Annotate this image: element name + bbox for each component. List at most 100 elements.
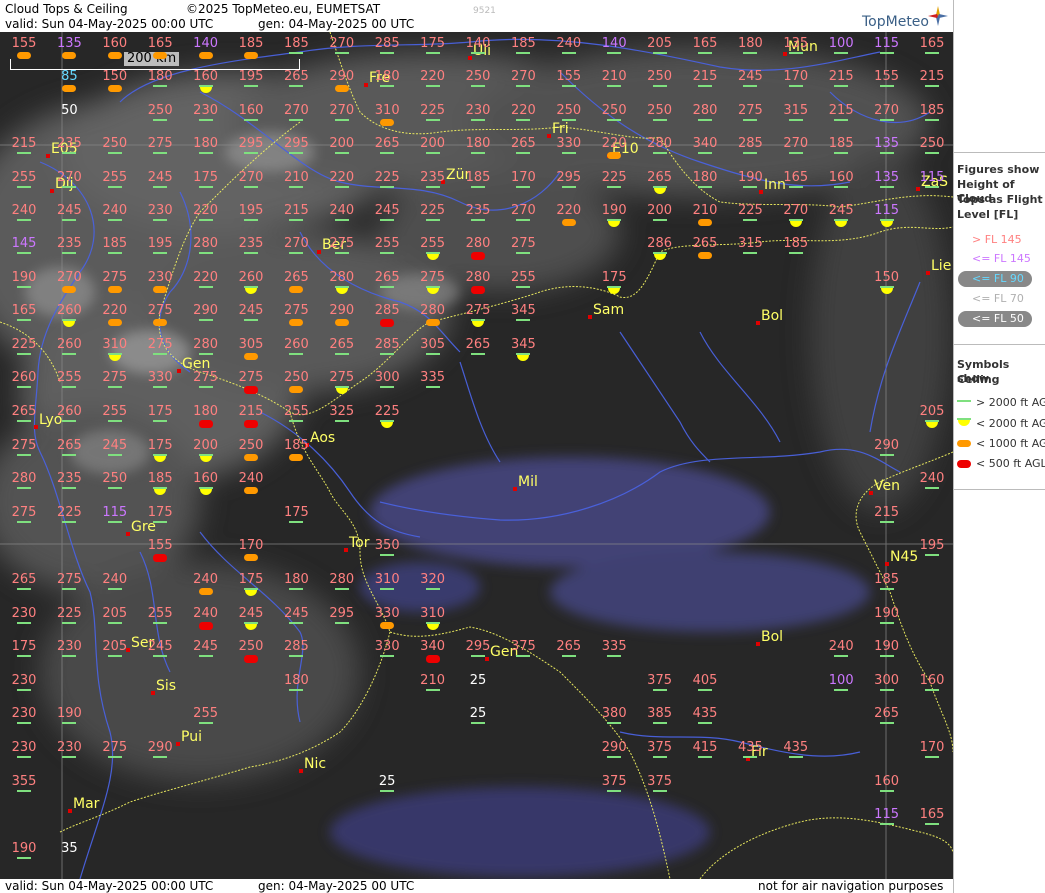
city-marker-icon [756, 321, 760, 325]
ceiling-orange-pill-icon [607, 152, 622, 159]
cloud-top-label: 310 [374, 103, 400, 118]
ceiling-green-line-icon [289, 152, 304, 154]
cloud-top-label: 275 [737, 103, 763, 118]
cloud-top-label: 160 [102, 36, 128, 51]
ceiling-orange-pill-icon [107, 286, 122, 293]
cloud-top-label: 215 [283, 203, 309, 218]
city-label: Bol [761, 308, 784, 324]
ceiling-green-line-icon [607, 186, 622, 188]
ceiling-green-line-icon [107, 252, 122, 254]
cloud-top-label: 220 [193, 270, 219, 285]
cloud-top-label: 310 [102, 337, 128, 352]
ceiling-green-line-icon [380, 286, 395, 288]
cloud-top-label: 275 [11, 505, 37, 520]
ceiling-green-line-icon [153, 152, 168, 154]
ceiling-green-line-icon [516, 85, 531, 87]
ceiling-green-line-icon [925, 554, 939, 556]
city-label: Lie [931, 258, 952, 274]
ceiling-red-pill-icon [244, 386, 258, 394]
ceiling-orange-pill-icon [153, 319, 168, 326]
ceiling-red-pill-icon [425, 655, 440, 663]
ceiling-green-line-icon [516, 219, 531, 221]
ceiling-orange-pill-icon [198, 588, 213, 595]
cloud-top-label: 275 [147, 337, 173, 352]
ceiling-green-line-icon [743, 186, 758, 188]
cloud-top-label: 240 [919, 471, 945, 486]
cloud-top-label: 180 [283, 673, 309, 688]
cloud-top-label: 265 [556, 639, 582, 654]
cloud-top-label: 185 [147, 471, 173, 486]
cloud-top-label: 290 [147, 740, 173, 755]
cloud-top-label: 205 [919, 404, 945, 419]
legend-figures-title-1: Figures show [957, 163, 1040, 176]
cloud-top-label: 230 [193, 103, 219, 118]
ceiling-green-line-icon [107, 622, 122, 624]
cloud-top-label: 260 [56, 337, 82, 352]
ceiling-orange-pill-icon [62, 52, 77, 59]
ceiling-green-line-icon [153, 219, 168, 221]
cloud-top-label: 195 [238, 69, 264, 84]
ceiling-orange-pill-icon [244, 454, 258, 461]
generated-time: gen: 04-May-2025 00 UTC [258, 17, 415, 31]
cloud-top-label: 320 [420, 572, 446, 587]
ceiling-green-line-icon [107, 219, 122, 221]
ceiling-green-line-icon [425, 689, 440, 691]
cloud-top-label: 150 [102, 69, 128, 84]
ceiling-green-line-icon [153, 521, 168, 523]
cloud-top-label: 240 [193, 606, 219, 621]
cloud-top-label: 230 [147, 203, 173, 218]
cloud-top-label: 300 [874, 673, 900, 688]
ceiling-green-line-icon [17, 152, 31, 154]
cloud-top-label: 165 [919, 807, 945, 822]
city-marker-icon [176, 742, 180, 746]
ceiling-yellow-semicircle-icon [788, 219, 803, 227]
city-marker-icon [364, 83, 368, 87]
ceiling-green-line-icon [62, 622, 77, 624]
ceiling-yellow-semicircle-icon [516, 353, 531, 361]
ceiling-green-line-icon [879, 689, 894, 691]
legend-divider [954, 344, 1045, 345]
ceiling-green-line-icon [471, 219, 485, 221]
cloud-top-label: 250 [102, 136, 128, 151]
ceiling-green-line-icon [107, 655, 122, 657]
ceiling-orange-pill-icon [62, 286, 77, 293]
cloud-top-label: 265 [56, 438, 82, 453]
ceiling-green-line-icon [471, 119, 485, 121]
cloud-top-label: 175 [601, 270, 627, 285]
ceiling-green-line-icon [62, 420, 77, 422]
ceiling-green-line-icon [198, 219, 213, 221]
cloud-top-label: 375 [647, 774, 673, 789]
ceiling-green-line-icon [788, 119, 803, 121]
ceiling-green-line-icon [957, 400, 971, 402]
ceiling-green-line-icon [516, 252, 531, 254]
cloud-top-label: 375 [601, 774, 627, 789]
cloud-top-label: 160 [919, 673, 945, 688]
brand-logo-text: TopMeteo [862, 14, 929, 30]
ceiling-green-line-icon [289, 52, 304, 54]
legend-ceiling-lt1000: < 1000 ft AGL [976, 437, 1045, 450]
cloud-top-label: 170 [238, 538, 264, 553]
ceiling-green-line-icon [62, 454, 77, 456]
cloud-top-label: 205 [647, 36, 673, 51]
ceiling-green-line-icon [698, 85, 712, 87]
cloud-top-label: 235 [56, 236, 82, 251]
cloud-top-label: 170 [919, 740, 945, 755]
ceiling-green-line-icon [289, 252, 304, 254]
cloud-top-label: 245 [102, 438, 128, 453]
city-label: Tor [349, 535, 370, 551]
ceiling-green-line-icon [17, 186, 31, 188]
cloud-top-label: 265 [510, 136, 536, 151]
cloud-top-label: 165 [11, 303, 37, 318]
legend-divider [954, 489, 1045, 490]
ceiling-yellow-semicircle-icon [652, 252, 667, 260]
ceiling-orange-pill-icon [561, 219, 576, 226]
cloud-top-label: 180 [465, 136, 491, 151]
cloud-top-label: 255 [510, 270, 536, 285]
ceiling-green-line-icon [698, 689, 712, 691]
ceiling-orange-pill-icon [198, 52, 213, 59]
cloud-top-label: 315 [737, 236, 763, 251]
ceiling-green-line-icon [334, 622, 349, 624]
ceiling-green-line-icon [471, 655, 485, 657]
cloud-top-label: 245 [828, 203, 854, 218]
cloud-top-label: 210 [420, 673, 446, 688]
